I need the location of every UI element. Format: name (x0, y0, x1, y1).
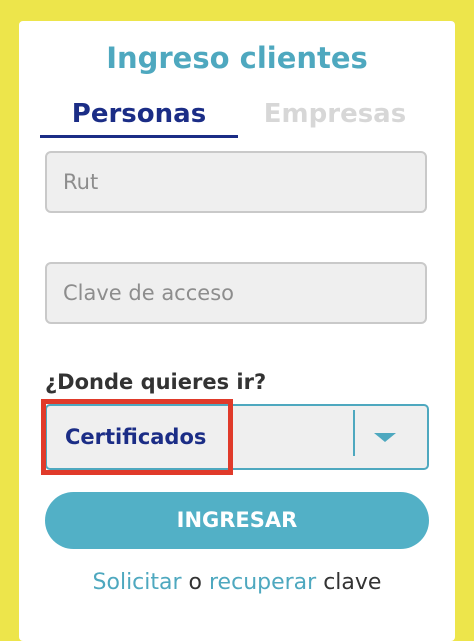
select-divider (353, 410, 355, 456)
highlight-annotation (41, 399, 233, 475)
connector-text: o (181, 570, 209, 595)
page-title: Ingreso clientes (106, 41, 368, 75)
rut-input[interactable] (45, 151, 427, 213)
recover-password-text: Solicitar o recuperar clave (0, 566, 474, 600)
suffix-text: clave (316, 570, 382, 595)
request-link[interactable]: Solicitar (93, 570, 182, 595)
tab-personas[interactable]: Personas (40, 95, 238, 138)
chevron-down-icon[interactable] (374, 433, 396, 442)
password-input[interactable] (45, 262, 427, 324)
destination-label: ¿Donde quieres ir? (45, 370, 267, 394)
recover-link[interactable]: recuperar (209, 570, 316, 595)
tab-empresas[interactable]: Empresas (255, 95, 415, 133)
ingresar-button[interactable]: INGRESAR (45, 492, 429, 549)
